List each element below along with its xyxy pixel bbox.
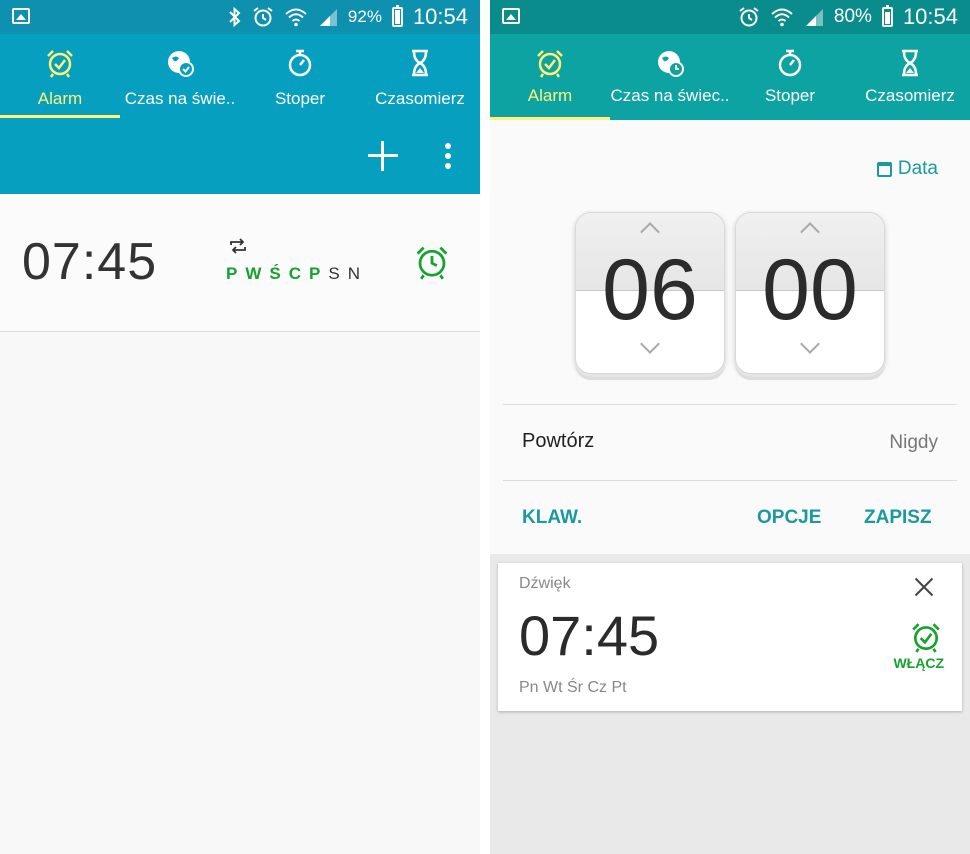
hour-picker[interactable]: 06 xyxy=(575,212,725,374)
gallery-notification-icon xyxy=(12,8,30,24)
repeat-value[interactable]: Nigdy xyxy=(889,432,938,454)
minute-picker[interactable]: 00 xyxy=(735,212,885,374)
alarm-status-icon xyxy=(253,7,273,27)
minute-value: 00 xyxy=(762,242,858,338)
repeat-label[interactable]: Powtórz xyxy=(522,430,594,453)
repeat-icon xyxy=(230,238,246,254)
alarm-clock-icon xyxy=(537,50,563,78)
tab-world-clock[interactable]: Czas na świe.. xyxy=(120,34,240,120)
alarm-time: 07:45 xyxy=(22,233,158,291)
card-alarm-days: Pn Wt Śr Cz Pt xyxy=(519,679,627,696)
tab-stopwatch[interactable]: Stoper xyxy=(730,34,850,120)
options-button[interactable]: OPCJE xyxy=(757,507,821,529)
day-friday: P xyxy=(309,264,321,283)
tab-timer[interactable]: Czasomierz xyxy=(360,34,480,120)
tab-label: Alarm xyxy=(527,86,573,105)
day-tuesday: W xyxy=(245,264,262,283)
alarm-edit-screen: 80% 10:54 Alarm Czas na świec.. Stoper C… xyxy=(490,0,970,854)
alarm-editor: Data 06 00 Powtórz Nigdy KLAW. OPCJE ZAP… xyxy=(490,120,970,554)
tab-label: Stoper xyxy=(764,86,816,105)
day-monday: P xyxy=(226,264,238,283)
tab-label: Czasomierz xyxy=(865,86,955,105)
day-sunday: N xyxy=(347,264,360,283)
clock-time: 10:54 xyxy=(412,4,468,29)
battery-icon xyxy=(391,5,403,27)
wifi-icon xyxy=(285,8,307,27)
plus-icon[interactable] xyxy=(368,141,398,171)
stopwatch-icon xyxy=(778,49,802,77)
clock-time: 10:54 xyxy=(902,4,958,29)
alarm-list-item[interactable]: 07:45 P W Ś C P S N xyxy=(0,194,480,332)
day-saturday: S xyxy=(328,264,340,283)
tab-alarm[interactable]: Alarm xyxy=(0,34,120,120)
battery-percent: 92% xyxy=(347,7,382,26)
day-wednesday: Ś xyxy=(269,264,281,283)
stopwatch-icon xyxy=(288,49,312,77)
divider xyxy=(503,480,957,481)
battery-icon xyxy=(881,5,893,27)
signal-icon xyxy=(805,9,823,26)
more-vert-icon[interactable] xyxy=(442,143,454,169)
alarm-toggle-icon[interactable] xyxy=(414,244,450,280)
tab-label: Czas na świe.. xyxy=(124,89,236,108)
sound-label: Dźwięk xyxy=(519,575,571,592)
tab-label: Stoper xyxy=(274,89,326,108)
enable-label[interactable]: WŁĄCZ xyxy=(893,655,944,671)
date-label: Data xyxy=(897,158,938,179)
date-button[interactable]: Data xyxy=(876,158,938,180)
tab-label: Czas na świec.. xyxy=(610,86,730,105)
keyboard-button[interactable]: KLAW. xyxy=(522,507,582,529)
calendar-icon xyxy=(876,161,892,177)
status-bar: 80% 10:54 xyxy=(490,0,970,34)
divider xyxy=(503,404,957,405)
close-icon[interactable] xyxy=(914,577,934,597)
battery-percent: 80% xyxy=(833,6,872,27)
save-button[interactable]: ZAPISZ xyxy=(864,507,932,529)
screen-separator xyxy=(480,0,490,854)
wifi-icon xyxy=(771,8,793,27)
tab-bar: Alarm Czas na świec.. Stoper Czasomierz xyxy=(490,34,970,120)
card-alarm-time: 07:45 xyxy=(519,604,660,667)
alarm-notification-card[interactable]: Dźwięk 07:45 Pn Wt Śr Cz Pt WŁĄCZ xyxy=(498,563,962,711)
hourglass-icon xyxy=(902,49,918,77)
bluetooth-icon xyxy=(229,7,241,27)
world-clock-icon xyxy=(168,51,194,77)
action-bar xyxy=(0,120,480,194)
tab-bar: Alarm Czas na świe.. Stoper Czasomierz xyxy=(0,34,480,120)
signal-icon xyxy=(319,9,337,26)
hourglass-icon xyxy=(412,49,428,77)
gallery-notification-icon xyxy=(502,8,520,24)
tab-stopwatch[interactable]: Stoper xyxy=(240,34,360,120)
world-clock-icon xyxy=(658,51,684,77)
tab-world-clock[interactable]: Czas na świec.. xyxy=(610,34,730,120)
alarm-clock-icon xyxy=(47,50,73,78)
alarm-status-icon xyxy=(739,7,759,27)
status-bar: 92% 10:54 xyxy=(0,0,480,34)
alarm-on-icon[interactable] xyxy=(910,621,942,653)
hour-value: 06 xyxy=(602,242,698,338)
tab-alarm[interactable]: Alarm xyxy=(490,34,610,120)
tab-label: Alarm xyxy=(37,89,83,108)
active-tab-indicator xyxy=(0,115,120,118)
alarm-days: P W Ś C P S N xyxy=(226,264,360,284)
alarm-list-screen: 92% 10:54 Alarm Czas na świe.. Stoper Cz… xyxy=(0,0,480,854)
tab-timer[interactable]: Czasomierz xyxy=(850,34,970,120)
tab-label: Czasomierz xyxy=(375,89,465,108)
day-thursday: C xyxy=(288,264,302,283)
